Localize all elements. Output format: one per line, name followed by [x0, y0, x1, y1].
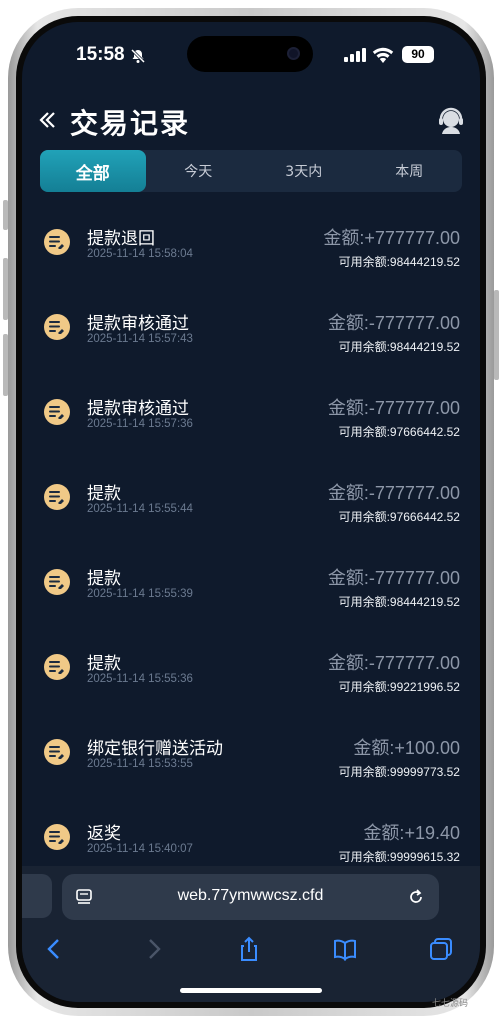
record-balance: 可用余额:99221996.52: [338, 680, 460, 694]
share-icon[interactable]: [236, 936, 262, 962]
forward-arrow-icon[interactable]: [140, 936, 166, 962]
browser-toolbar: web.77ymwwcsz.cfd: [22, 866, 480, 1002]
back-chevron-icon[interactable]: [36, 108, 60, 132]
url-text: web.77ymwwcsz.cfd: [177, 887, 324, 904]
record-type: 提款: [87, 484, 121, 504]
watermark: 七七源码: [432, 999, 469, 1009]
record-amount: 金额:-777777.00: [327, 313, 460, 333]
customer-service-icon[interactable]: [436, 106, 466, 136]
transaction-icon: [44, 739, 70, 765]
record-amount: 金额:-777777.00: [327, 398, 460, 418]
list-item[interactable]: 提款 2025-11-14 15:55:36 金额:-777777.00 可用余…: [22, 625, 480, 710]
volume-down-button: [3, 334, 8, 396]
list-item[interactable]: 提款审核通过 2025-11-14 15:57:36 金额:-777777.00…: [22, 370, 480, 455]
record-balance: 可用余额:99999615.32: [338, 850, 460, 864]
record-type: 提款: [87, 569, 121, 589]
tab-all[interactable]: 全部: [40, 150, 146, 192]
screen: 15:58 90 交易记录 全部 今天 3天内 本周 提款退回 2025-11-…: [22, 22, 480, 1002]
address-bar[interactable]: web.77ymwwcsz.cfd: [62, 874, 439, 920]
record-balance: 可用余额:99999773.52: [338, 765, 460, 779]
transaction-icon: [44, 484, 70, 510]
volume-up-button: [3, 258, 8, 320]
status-time: 15:58: [76, 44, 125, 65]
list-item[interactable]: 提款 2025-11-14 15:55:44 金额:-777777.00 可用余…: [22, 455, 480, 540]
tab-today[interactable]: 今天: [146, 150, 252, 192]
signal-icon: [344, 48, 366, 62]
home-indicator: [180, 988, 322, 993]
transaction-icon: [44, 314, 70, 340]
record-amount: 金额:+19.40: [363, 823, 460, 843]
record-type: 提款审核通过: [87, 314, 189, 334]
bell-slash-icon: [130, 48, 146, 64]
record-type: 返奖: [87, 824, 121, 844]
record-time: 2025-11-14 15:57:43: [87, 333, 193, 345]
record-time: 2025-11-14 15:53:55: [87, 758, 193, 770]
record-type: 提款退回: [87, 229, 155, 249]
record-amount: 金额:-777777.00: [327, 483, 460, 503]
transaction-list: 提款退回 2025-11-14 15:58:04 金额:+777777.00 可…: [22, 200, 480, 880]
record-amount: 金额:+777777.00: [323, 228, 460, 248]
transaction-icon: [44, 569, 70, 595]
back-arrow-icon[interactable]: [42, 936, 68, 962]
record-balance: 可用余额:97666442.52: [338, 425, 460, 439]
tabs-icon[interactable]: [428, 936, 454, 962]
reload-icon[interactable]: [407, 888, 425, 906]
tab-3-days[interactable]: 3天内: [251, 150, 357, 192]
bookmarks-icon[interactable]: [332, 936, 358, 962]
record-balance: 可用余额:98444219.52: [338, 340, 460, 354]
record-amount: 金额:+100.00: [353, 738, 460, 758]
record-type: 绑定银行赠送活动: [87, 739, 223, 759]
action-button: [3, 200, 8, 230]
record-balance: 可用余额:98444219.52: [338, 595, 460, 609]
transaction-icon: [44, 824, 70, 850]
previous-tab-preview[interactable]: [22, 874, 52, 918]
record-amount: 金额:-777777.00: [327, 653, 460, 673]
record-balance: 可用余额:97666442.52: [338, 510, 460, 524]
list-item[interactable]: 绑定银行赠送活动 2025-11-14 15:53:55 金额:+100.00 …: [22, 710, 480, 795]
transaction-icon: [44, 654, 70, 680]
record-time: 2025-11-14 15:55:36: [87, 673, 193, 685]
record-time: 2025-11-14 15:40:07: [87, 843, 193, 855]
record-balance: 可用余额:98444219.52: [338, 255, 460, 269]
battery-level: 90: [402, 46, 434, 63]
period-tabs: 全部 今天 3天内 本周: [40, 150, 462, 192]
tab-this-week[interactable]: 本周: [357, 150, 463, 192]
list-item[interactable]: 提款退回 2025-11-14 15:58:04 金额:+777777.00 可…: [22, 200, 480, 285]
camera-icon: [287, 47, 300, 60]
wifi-icon: [372, 47, 394, 63]
record-time: 2025-11-14 15:55:39: [87, 588, 193, 600]
record-time: 2025-11-14 15:58:04: [87, 248, 193, 260]
list-item[interactable]: 提款审核通过 2025-11-14 15:57:43 金额:-777777.00…: [22, 285, 480, 370]
transaction-icon: [44, 229, 70, 255]
page-title: 交易记录: [70, 107, 191, 140]
status-bar: 15:58 90: [22, 22, 480, 86]
record-time: 2025-11-14 15:57:36: [87, 418, 193, 430]
record-amount: 金额:-777777.00: [327, 568, 460, 588]
list-item[interactable]: 提款 2025-11-14 15:55:39 金额:-777777.00 可用余…: [22, 540, 480, 625]
record-time: 2025-11-14 15:55:44: [87, 503, 193, 515]
transaction-icon: [44, 399, 70, 425]
power-button: [494, 290, 499, 380]
record-type: 提款: [87, 654, 121, 674]
record-type: 提款审核通过: [87, 399, 189, 419]
